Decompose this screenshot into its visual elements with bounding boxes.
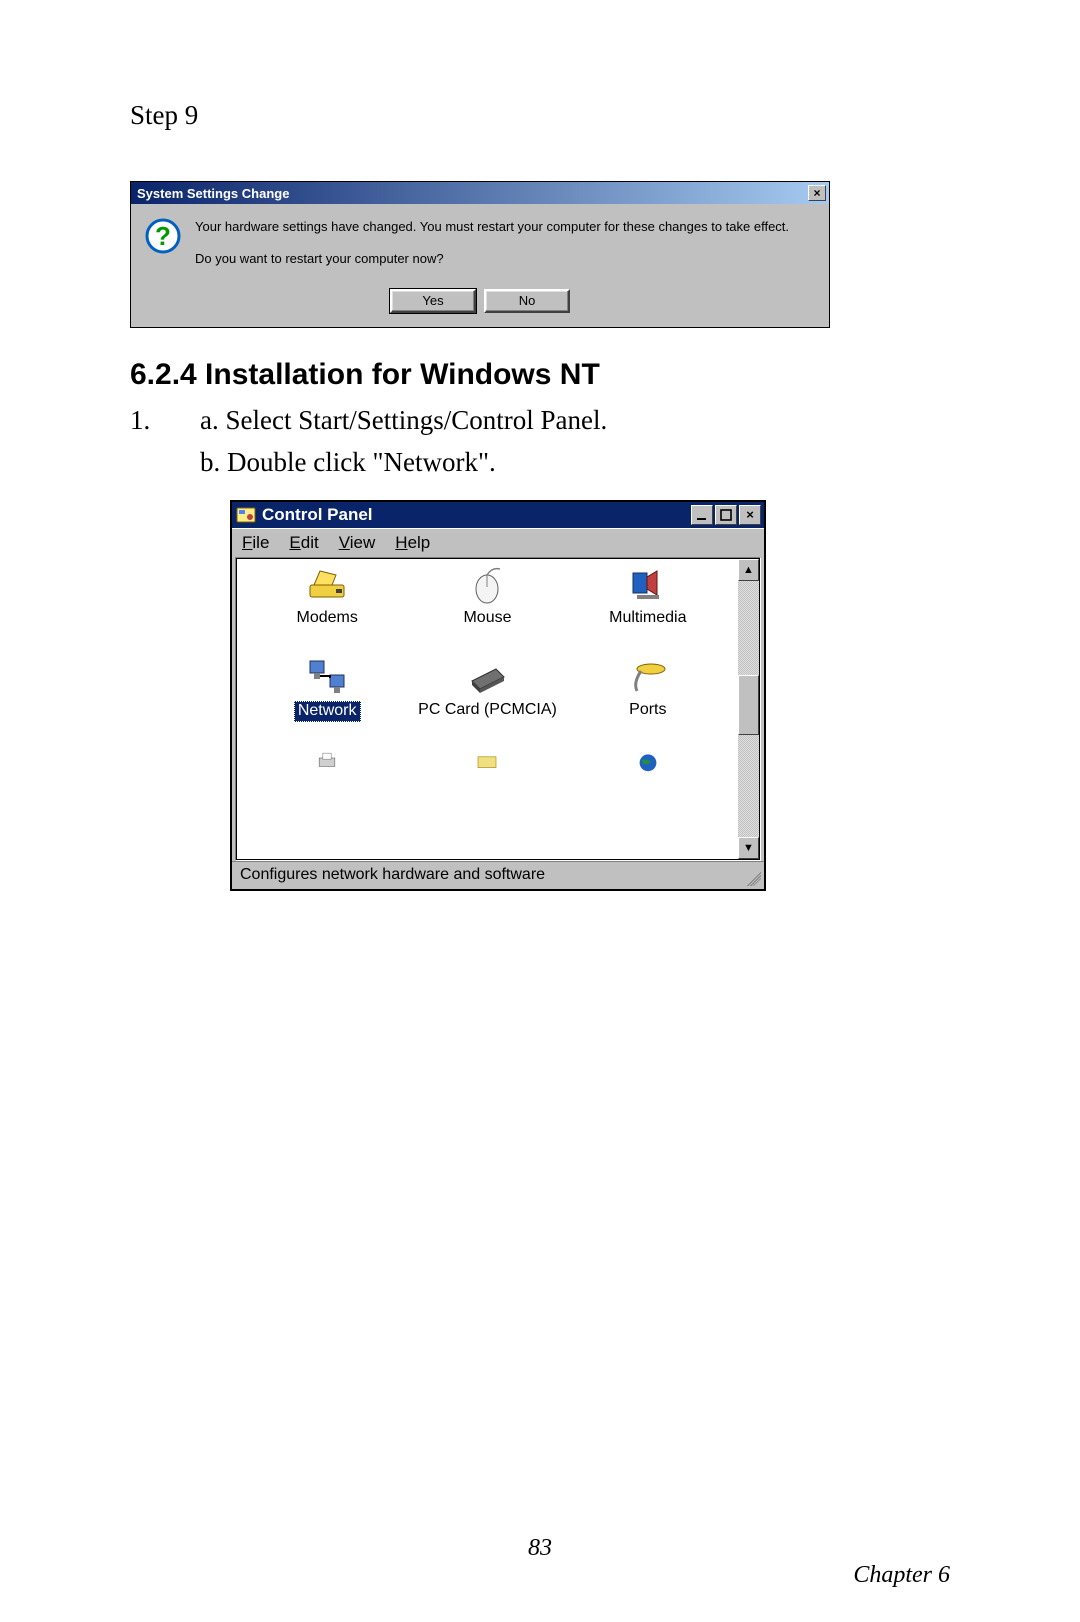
page-footer: 83 Chapter 6 [130,1535,950,1562]
scroll-thumb[interactable] [738,675,759,735]
icon-label: Ports [629,701,666,719]
globe-icon [627,752,669,776]
menu-help[interactable]: Help [395,533,430,553]
network-icon [306,657,348,697]
pc-card-icon [466,657,508,697]
control-panel-sys-icon [236,505,256,525]
system-settings-dialog: System Settings Change × ? Your hardware… [130,181,830,328]
menu-file[interactable]: File [242,533,269,553]
section-heading: 6.2.4 Installation for Windows NT [130,358,950,392]
scroll-up-icon[interactable]: ▲ [738,559,759,581]
icon-area: Modems Mouse [236,558,738,860]
list-item-b: b. Double click "Network". [200,442,950,484]
svg-text:?: ? [155,221,171,251]
icon-label: PC Card (PCMCIA) [418,701,557,719]
close-icon[interactable]: × [808,185,826,201]
icon-pccard[interactable]: PC Card (PCMCIA) [407,657,567,721]
mouse-icon [466,565,508,605]
multimedia-icon [627,565,669,605]
menu-view[interactable]: View [339,533,376,553]
scroll-down-icon[interactable]: ▼ [738,837,759,859]
menu-bar: File Edit View Help [232,528,764,557]
modem-icon [306,565,348,605]
step-label: Step 9 [130,100,950,131]
status-bar: Configures network hardware and software [232,861,764,889]
icon-label: Mouse [463,609,511,627]
scroll-track[interactable] [738,581,759,837]
icon-label: Multimedia [609,609,686,627]
chapter-label: Chapter 6 [853,1562,950,1589]
icon-partial-1[interactable] [247,752,407,776]
page-number: 83 [130,1535,950,1562]
no-button[interactable]: No [484,289,570,313]
vertical-scrollbar[interactable]: ▲ ▼ [738,558,760,860]
list-number: 1. [130,400,200,484]
folder-icon [466,752,508,776]
icon-multimedia[interactable]: Multimedia [568,565,728,627]
dialog-message-1: Your hardware settings have changed. You… [195,218,815,236]
icon-label: Modems [296,609,357,627]
icon-network[interactable]: Network [247,657,407,721]
printer-icon [306,752,348,776]
ports-icon [627,657,669,697]
minimize-icon[interactable] [691,505,713,525]
icon-label: Network [294,701,361,721]
dialog-title: System Settings Change [137,186,289,201]
question-icon: ? [145,218,181,254]
close-icon[interactable]: × [739,505,761,525]
maximize-icon[interactable] [715,505,737,525]
menu-edit[interactable]: Edit [289,533,318,553]
icon-ports[interactable]: Ports [568,657,728,721]
icon-mouse[interactable]: Mouse [407,565,567,627]
yes-button[interactable]: Yes [390,289,476,313]
list-item-a: a. Select Start/Settings/Control Panel. [200,400,950,442]
window-title: Control Panel [262,505,373,525]
icon-partial-2[interactable] [407,752,567,776]
dialog-titlebar[interactable]: System Settings Change × [131,182,829,204]
window-titlebar[interactable]: Control Panel × [232,502,764,528]
dialog-message-2: Do you want to restart your computer now… [195,250,815,268]
icon-partial-3[interactable] [568,752,728,776]
control-panel-window: Control Panel × File Edit View Help [230,500,766,891]
icon-modems[interactable]: Modems [247,565,407,627]
